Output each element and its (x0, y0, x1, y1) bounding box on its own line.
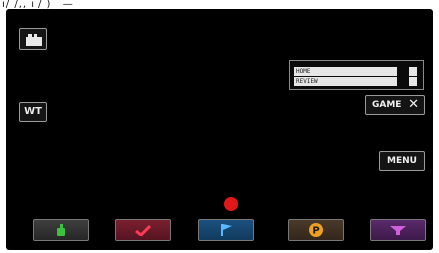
red-check-button[interactable] (115, 219, 171, 241)
camera-screen: WT HOME REVIEW GAME ✕ MENU P (6, 9, 433, 250)
orange-p-button[interactable]: P (288, 219, 344, 241)
game-button[interactable]: GAME ✕ (365, 95, 425, 115)
menu-button[interactable]: MENU (379, 151, 425, 171)
info-row-1: HOME (294, 67, 397, 76)
info-scroll-1 (409, 67, 417, 76)
check-icon (135, 224, 152, 236)
video-mode-button[interactable] (19, 28, 47, 50)
purple-icon (390, 226, 406, 235)
zoom-wt-button[interactable]: WT (19, 102, 47, 122)
close-icon: ✕ (408, 97, 419, 112)
game-label: GAME (372, 100, 402, 110)
recording-indicator (224, 197, 238, 211)
purple-marker-button[interactable] (370, 219, 426, 241)
svg-text:P: P (312, 226, 319, 237)
info-panel: HOME REVIEW (289, 60, 424, 90)
flag-icon (221, 224, 232, 236)
info-scroll-2 (409, 77, 417, 86)
info-row-2: REVIEW (294, 77, 397, 86)
p-badge-icon: P (309, 223, 323, 237)
blue-flag-button[interactable] (198, 219, 254, 241)
video-camera-icon (26, 34, 42, 46)
hand-icon (57, 224, 65, 236)
green-marker-button[interactable] (33, 219, 89, 241)
